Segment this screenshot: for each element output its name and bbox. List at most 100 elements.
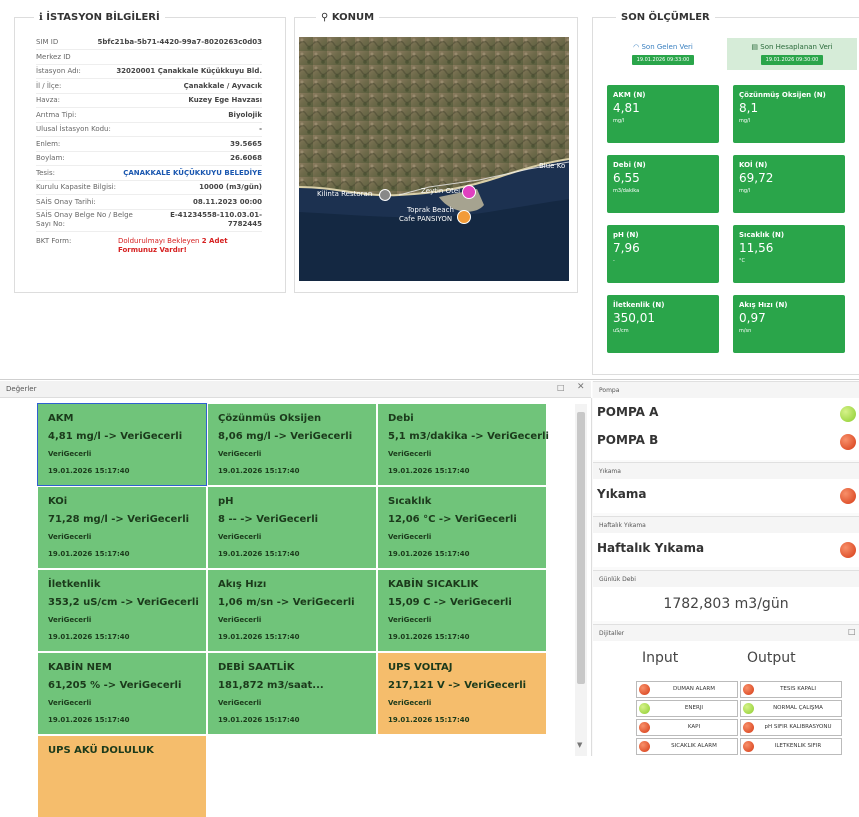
measurement-card[interactable]: Çözünmüş Oksijen (N) 8,1 mg/l: [733, 85, 845, 143]
cell-title: KABİN SICAKLIK: [388, 579, 479, 590]
value-cell[interactable]: Çözünmüs Oksijen 8,06 mg/l -> VeriGecerli…: [208, 404, 376, 485]
scroll-down-icon[interactable]: ▼: [577, 741, 582, 749]
measurement-name: pH (N): [613, 231, 639, 239]
value-cell[interactable]: DEBİ SAATLİK 181,872 m3/saat... VeriGecerl…: [208, 653, 376, 734]
value-cell[interactable]: Debi 5,1 m3/dakika -> VeriGecerli VeriGece…: [378, 404, 549, 485]
cell-date: 19.01.2026 15:17:40: [48, 716, 130, 724]
cell-status: VeriGecerli: [388, 616, 432, 624]
status-led-icon: [639, 684, 650, 695]
value-cell[interactable]: pH 8 -- -> VeriGecerli VeriGecerli 19.01.20…: [208, 487, 376, 568]
dijital-label: SICAKLIK ALARM: [671, 743, 717, 749]
belge-row: SAİS Onay Belge No / Belge Sayı No: E-41…: [36, 209, 262, 232]
scrollbar-thumb[interactable]: [577, 412, 585, 684]
map-marker-cafe-icon[interactable]: [457, 210, 471, 224]
dijital-outputs-item[interactable]: NORMAL ÇALIŞMA: [740, 700, 842, 717]
cell-date: 19.01.2026 15:17:40: [218, 467, 300, 475]
info-key: Ulusal İstasyon Kodu:: [36, 125, 111, 133]
measurement-name: Çözünmüş Oksijen (N): [739, 91, 826, 99]
tab-son-gelen-veri[interactable]: ◠ Son Gelen Veri 19.01.2026 09:33:00: [600, 38, 726, 70]
cell-status: VeriGecerli: [48, 450, 92, 458]
cell-date: 19.01.2026 15:17:40: [48, 633, 130, 641]
station-info-row: Arıtma Tipi: Biyolojik: [36, 108, 262, 123]
status-led-icon: [743, 722, 754, 733]
station-info-row: Boylam: 26.6068: [36, 151, 262, 166]
value-cell[interactable]: KOi 71,28 mg/l -> VeriGecerli VeriGecerli 1…: [38, 487, 206, 568]
cell-title: KABİN NEM: [48, 662, 112, 673]
station-info-row: Tesis: ÇANAKKALE KÜÇÜKKUYU BELEDİYE: [36, 166, 262, 181]
cell-value: 61,205 % -> VeriGecerli: [48, 680, 182, 691]
cell-title: KOi: [48, 496, 68, 507]
dijital-label: NORMAL ÇALIŞMA: [773, 705, 823, 711]
dijital-outputs-item[interactable]: TESİS KAPALI: [740, 681, 842, 698]
map-marker-location-icon[interactable]: [462, 185, 476, 199]
gunluk-debi-header: Günlük Debi: [593, 570, 859, 588]
value-cell[interactable]: Akış Hızı 1,06 m/sn -> VeriGecerli VeriGec…: [208, 570, 376, 651]
cell-date: 19.01.2026 15:17:40: [48, 467, 130, 475]
info-value: 5bfc21ba-5b71-4420-99a7-8020263c0d03: [97, 38, 262, 46]
dijital-label: DUMAN ALARM: [673, 686, 715, 692]
location-map[interactable]: Blue Ko Kilinta Restoran Zeytin Otel Top…: [299, 37, 569, 281]
map-marker-hotel-icon[interactable]: [379, 189, 391, 201]
bkt-row: BKT Form: Doldurulmayı Bekleyen 2 Adet F…: [36, 235, 262, 257]
station-info-row: Havza: Kuzey Ege Havzası: [36, 93, 262, 108]
dijital-inputs-item[interactable]: ENERJİ: [636, 700, 738, 717]
cell-date: 19.01.2026 15:17:40: [388, 550, 470, 558]
maximize-icon[interactable]: □: [557, 383, 565, 392]
station-info-row: Merkez ID: [36, 50, 262, 65]
value-cell[interactable]: İletkenlik 353,2 uS/cm -> VeriGecerli Veri…: [38, 570, 206, 651]
dijital-outputs-item[interactable]: İLETKENLİK SIFIR: [740, 738, 842, 755]
dijital-inputs-item[interactable]: SICAKLIK ALARM: [636, 738, 738, 755]
measurement-card[interactable]: Sıcaklık (N) 11,56 °C: [733, 225, 845, 283]
close-icon[interactable]: ✕: [577, 382, 585, 392]
value-cell[interactable]: Sıcaklık 12,06 °C -> VeriGecerli VeriGecer…: [378, 487, 546, 568]
map-label-cafe: Cafe PANSIYON: [399, 215, 453, 223]
cell-title: Çözünmüs Oksijen: [218, 413, 322, 424]
maximize-icon[interactable]: □: [848, 627, 856, 636]
value-cell[interactable]: UPS AKÜ DOLULUK: [38, 736, 206, 817]
measurement-card[interactable]: İletkenlik (N) 350,01 uS/cm: [607, 295, 719, 353]
dijital-label: ENERJİ: [684, 705, 704, 711]
yikama-label: Yıkama: [597, 487, 647, 501]
bkt-value[interactable]: Doldurulmayı Bekleyen 2 Adet Formunuz Va…: [118, 237, 268, 255]
dijital-outputs-item[interactable]: pH SIFIR KALİBRASYONU: [740, 719, 842, 736]
divider: [0, 379, 859, 380]
cell-value: 353,2 uS/cm -> VeriGecerli: [48, 597, 199, 608]
cell-value: 8 -- -> VeriGecerli: [218, 514, 319, 525]
dijital-inputs-item[interactable]: KAPI: [636, 719, 738, 736]
map-pin-icon: ⚲: [321, 12, 329, 23]
measurement-card[interactable]: AKM (N) 4,81 mg/l: [607, 85, 719, 143]
cell-date: 19.01.2026 15:17:40: [218, 633, 300, 641]
station-info-row: İl / İlçe: Çanakkale / Ayvacık: [36, 79, 262, 94]
value-cell[interactable]: KABİN NEM 61,205 % -> VeriGecerli VeriGece…: [38, 653, 206, 734]
haftalik-header: Haftalık Yıkama: [593, 516, 859, 534]
dijital-label: İLETKENLİK SIFIR: [774, 743, 822, 749]
input-label: Input: [642, 650, 679, 666]
measurement-card[interactable]: pH (N) 7,96 -: [607, 225, 719, 283]
status-led-icon: [639, 703, 650, 714]
station-info-title: ℹ İSTASYON BİLGİLERİ: [34, 12, 165, 23]
measurement-card[interactable]: Akış Hızı (N) 0,97 m/sn: [733, 295, 845, 353]
measurement-unit: m3/dakika: [613, 188, 640, 194]
info-key: İstasyon Adı:: [36, 67, 81, 75]
cell-title: Akış Hızı: [218, 579, 267, 590]
cell-value: 1,06 m/sn -> VeriGecerli: [218, 597, 355, 608]
value-cell[interactable]: AKM 4,81 mg/l -> VeriGecerli VeriGecerli 19…: [37, 403, 207, 486]
info-value[interactable]: ÇANAKKALE KÜÇÜKKUYU BELEDİYE: [123, 169, 262, 177]
belge-label: SAİS Onay Belge No / Belge Sayı No:: [36, 211, 133, 228]
measurement-name: Sıcaklık (N): [739, 231, 785, 239]
cell-status: VeriGecerli: [218, 450, 262, 458]
cell-value: 15,09 C -> VeriGecerli: [388, 597, 512, 608]
signal-icon: ◠: [633, 43, 640, 51]
value-cell[interactable]: UPS VOLTAJ 217,121 V -> VeriGecerli VeriGe…: [378, 653, 546, 734]
cell-title: Debi: [388, 413, 414, 424]
measurement-value: 350,01: [613, 311, 655, 325]
cell-value: 181,872 m3/saat...: [218, 680, 324, 691]
measurement-name: Debi (N): [613, 161, 646, 169]
value-cell[interactable]: KABİN SICAKLIK 15,09 C -> VeriGecerli Veri…: [378, 570, 546, 651]
tab-son-hesaplanan-veri[interactable]: ▤ Son Hesaplanan Veri 19.01.2026 09:30:0…: [727, 38, 857, 70]
measurement-card[interactable]: Debi (N) 6,55 m3/dakika: [607, 155, 719, 213]
measurement-card[interactable]: KOİ (N) 69,72 mg/l: [733, 155, 845, 213]
dijital-inputs-item[interactable]: DUMAN ALARM: [636, 681, 738, 698]
measurement-unit: uS/cm: [613, 328, 629, 334]
pompa-a-label: POMPA A: [597, 405, 659, 419]
